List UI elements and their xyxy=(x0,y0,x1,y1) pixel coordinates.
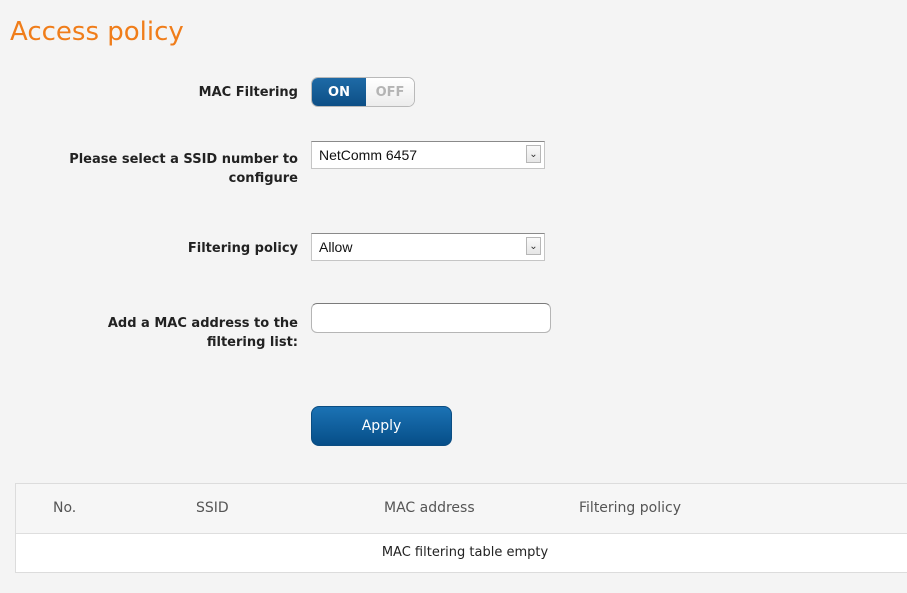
column-header-filtering-policy: Filtering policy xyxy=(579,500,681,516)
table-empty-message: MAC filtering table empty xyxy=(381,545,549,560)
ssid-select-value: NetComm 6457 xyxy=(319,147,418,163)
chevron-down-icon[interactable]: ⌄ xyxy=(526,145,541,163)
column-header-ssid: SSID xyxy=(196,500,229,516)
mac-address-input[interactable] xyxy=(311,303,551,333)
mac-address-label: Add a MAC address to the filtering list: xyxy=(0,314,298,352)
ssid-label-line1: Please select a SSID number to xyxy=(69,152,298,167)
mac-label-line1: Add a MAC address to the xyxy=(107,316,298,331)
table-header: No. SSID MAC address Filtering policy xyxy=(16,484,907,534)
page-title: Access policy xyxy=(10,17,184,47)
column-header-mac-address: MAC address xyxy=(384,500,475,516)
mac-filtering-label: MAC Filtering xyxy=(198,85,298,100)
toggle-on-option[interactable]: ON xyxy=(312,78,366,106)
filtering-policy-select[interactable]: Allow ⌄ xyxy=(311,233,545,261)
ssid-select-label: Please select a SSID number to configure xyxy=(0,150,298,188)
ssid-label-line2: configure xyxy=(228,171,298,186)
mac-filtering-toggle[interactable]: ON OFF xyxy=(311,77,415,107)
toggle-off-option[interactable]: OFF xyxy=(366,78,414,106)
filtering-policy-label: Filtering policy xyxy=(187,241,298,256)
ssid-select[interactable]: NetComm 6457 ⌄ xyxy=(311,141,545,169)
column-header-no: No. xyxy=(53,500,77,516)
mac-label-line2: filtering list: xyxy=(206,335,298,350)
apply-button[interactable]: Apply xyxy=(311,406,452,446)
filtering-policy-value: Allow xyxy=(319,239,353,255)
chevron-down-icon[interactable]: ⌄ xyxy=(526,237,541,255)
mac-filtering-table: No. SSID MAC address Filtering policy MA… xyxy=(15,483,907,573)
